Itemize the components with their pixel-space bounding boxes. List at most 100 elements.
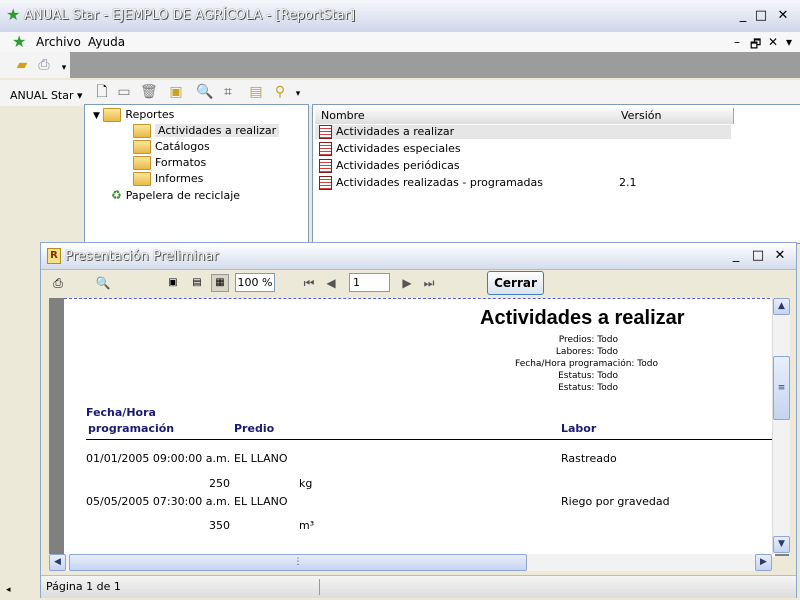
first-page-icon[interactable]: ⏮ [301,275,317,291]
menu-ayuda[interactable]: Ayuda [88,35,125,49]
print-icon[interactable]: ⎙ [50,275,66,291]
preview-maximize-button[interactable]: □ [749,248,767,264]
header-divider [86,439,775,440]
mdi-close-button[interactable]: ✕ [768,35,778,49]
company-dropdown[interactable]: ANUAL Star ▾ [10,89,83,102]
filter-fecha: Fecha/Hora programación: Todo [515,359,658,369]
open-folder-icon[interactable]: ▰ [14,57,30,73]
scroll-down-icon[interactable]: ▼ [773,536,790,553]
expand-icon[interactable]: ▼ [93,111,100,121]
mdi-menu-chevron-icon[interactable]: ▾ [786,35,792,49]
next-page-icon[interactable]: ▶ [399,275,415,291]
filter-labores: Labores: Todo [555,347,618,357]
tree-node-informes[interactable]: Informes [133,172,203,186]
report-page: Actividades a realizar Predios: Todo Lab… [64,298,775,557]
filter-predios: Predios: Todo [558,335,618,345]
report-icon [319,125,332,139]
report-icon [319,176,332,190]
preview-title-bar: R Presentación Preliminar _ □ ✕ [41,243,796,270]
document-canvas: Actividades a realizar Predios: Todo Lab… [49,298,789,557]
row-predio: EL LLANO [234,452,288,465]
report-icon [319,142,332,156]
preview-icon[interactable]: 🔍 [196,84,213,100]
tree-node-formatos[interactable]: Formatos [133,156,206,170]
list-item[interactable]: Actividades periódicas [319,159,460,173]
preview-window: R Presentación Preliminar _ □ ✕ ⎙ 🔍 ▣ ▤ … [40,242,797,598]
toolbar-empty-area [70,52,800,78]
tree-node-actividades[interactable]: Actividades a realizar [133,124,280,138]
export-icon[interactable]: ⚲ [272,84,288,100]
zoom-field[interactable]: 100 % [235,273,275,292]
col-header-predio: Predio [234,422,275,435]
col-header-labor: Labor [561,422,597,435]
design-icon[interactable]: ⌗ [220,84,236,100]
tree-node-reportes[interactable]: ▼ Reportes [93,108,174,123]
list-item[interactable]: Actividades especiales [319,142,461,156]
prev-page-icon[interactable]: ◀ [323,275,339,291]
export-dropdown-icon[interactable]: ▾ [290,86,306,102]
preview-minimize-button[interactable]: _ [727,248,745,264]
row-labor: Riego por gravedad [561,495,670,508]
close-preview-button[interactable]: Cerrar [487,271,544,295]
mdi-minimize-button[interactable]: – [734,35,740,49]
minimize-button[interactable]: _ [734,8,752,24]
row-quantity: 250 [209,477,230,490]
page-width-icon[interactable]: ▤ [189,275,205,291]
preview-status-bar: Página 1 de 1 [41,575,796,598]
open-icon[interactable]: ▭ [116,84,132,100]
row-unit: kg [299,477,313,490]
two-pages-icon[interactable]: ▦ [211,274,229,292]
horizontal-scroll-thumb[interactable]: ⋮ [69,554,527,571]
one-page-icon[interactable]: ▣ [165,275,181,291]
close-button[interactable]: ✕ [774,8,792,24]
scroll-left-icon[interactable]: ◀ [49,554,66,571]
scroll-up-icon[interactable]: ▲ [773,298,790,315]
page-number-input[interactable]: 1 [349,273,390,292]
preview-title: Presentación Preliminar [65,249,219,264]
preview-toolbar [41,270,796,297]
scroll-right-icon[interactable]: ▶ [755,554,772,571]
new-document-icon[interactable]: 🗋 [94,84,110,100]
vertical-scroll-thumb[interactable]: ≡ [773,356,790,420]
vertical-scrollbar[interactable]: ▲ ≡ ▼ [772,298,790,554]
list-item-version: 2.1 [619,176,637,189]
list-item[interactable]: Actividades a realizar [319,125,454,139]
zoom-icon[interactable]: 🔍 [95,275,111,291]
tree-node-recycle-bin[interactable]: ♻ Papelera de reciclaje [111,188,240,203]
tree-node-catalogos[interactable]: Catálogos [133,140,210,154]
report-star-icon: R [47,248,61,264]
filter-estatus-2: Estatus: Todo [558,383,618,393]
col-header-programacion: programación [88,422,175,435]
column-header-version[interactable]: Versión [613,108,734,124]
row-labor: Rastreado [561,452,617,465]
row-fecha: 01/01/2005 09:00:00 a.m. [86,452,231,465]
print-icon[interactable]: ⎙ [36,57,52,73]
scroll-left-icon[interactable]: ◂ [6,585,11,595]
last-page-icon[interactable]: ⏭ [421,275,437,291]
row-predio: EL LLANO [234,495,288,508]
new-folder-icon[interactable]: ▣ [168,84,184,100]
window-title-bar: ★ ANUAL Star - EJEMPLO DE AGRÍCOLA - [Re… [0,0,800,33]
menu-archivo[interactable]: Archivo [36,35,81,49]
import-icon[interactable]: ▤ [248,84,264,100]
toolbar-top: ▰ ⎙ ▾ [0,52,800,78]
list-item[interactable]: Actividades realizadas - programadas [319,176,543,190]
menu-bar: ★ Archivo Ayuda – 🗗 ✕ ▾ [0,32,800,53]
reports-list: Nombre Versión Actividades a realizar Ac… [312,104,800,244]
app-star-icon: ★ [6,5,21,24]
row-quantity: 350 [209,519,230,532]
company-dropdown-label: ANUAL Star [10,89,74,102]
delete-icon[interactable]: 🗑 [140,84,158,100]
folder-icon [133,140,151,154]
column-header-nombre[interactable]: Nombre [315,108,614,124]
horizontal-scrollbar[interactable]: ◀ ⋮ ▶ [49,554,772,571]
toolbar-reports: ANUAL Star ▾ 🗋 ▭ 🗑 ▣ 🔍 ⌗ ▤ ⚲ ▾ [0,80,800,106]
report-icon [319,159,332,173]
folder-icon [133,172,151,186]
preview-close-button[interactable]: ✕ [771,248,789,264]
filter-estatus: Estatus: Todo [558,371,618,381]
mdi-star-icon[interactable]: ★ [12,34,26,50]
maximize-button[interactable]: □ [752,8,770,24]
reports-tree: ▼ Reportes Actividades a realizar Catálo… [84,104,309,244]
page-status: Página 1 de 1 [46,580,121,593]
